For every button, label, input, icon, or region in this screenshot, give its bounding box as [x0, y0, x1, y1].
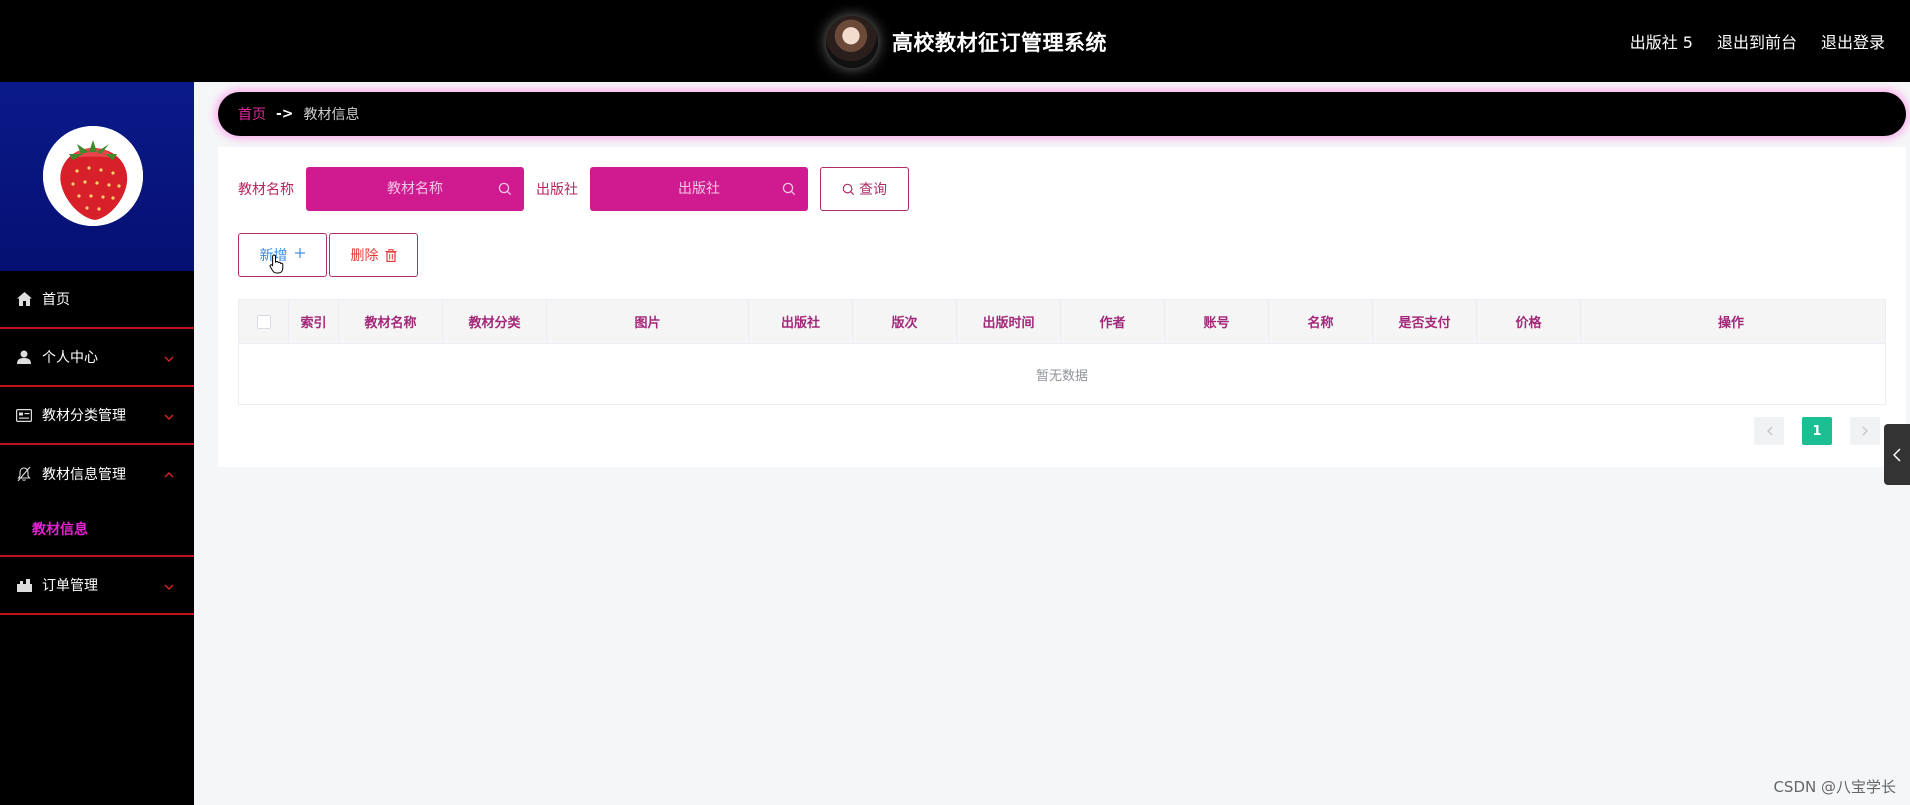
header-links: 出版社 5 退出到前台 退出登录: [1630, 29, 1885, 53]
chevron-down-icon: [164, 408, 174, 424]
column-header: 是否支付: [1373, 300, 1477, 343]
hand-cursor-icon: [269, 254, 285, 278]
search-icon: [842, 183, 855, 195]
chevron-down-icon: [164, 578, 174, 594]
watermark: CSDN @八宝学长: [1773, 778, 1896, 796]
search-row: 教材名称 出版社 查询: [238, 167, 909, 211]
search-name-input[interactable]: [335, 181, 495, 197]
breadcrumb: 首页 -> 教材信息: [218, 92, 1906, 136]
query-button[interactable]: 查询: [820, 167, 909, 211]
column-header: 教材名称: [339, 300, 443, 343]
app-title: 高校教材征订管理系统: [892, 31, 1107, 55]
search-name-label: 教材名称: [238, 182, 294, 198]
search-name-field: [306, 167, 524, 211]
data-table: 索引 教材名称 教材分类 图片 出版社 版次 出版时间 作者 账号 名称 是否支…: [238, 299, 1886, 405]
home-icon: [16, 291, 32, 307]
submenu-textbook-info: 教材信息: [0, 503, 194, 557]
table-header: 索引 教材名称 教材分类 图片 出版社 版次 出版时间 作者 账号 名称 是否支…: [239, 300, 1885, 344]
chevron-left-icon: [1893, 447, 1901, 462]
select-all-cell: [239, 300, 289, 343]
sidebar-item-label: 订单管理: [42, 578, 98, 594]
search-icon: [498, 181, 512, 200]
column-header: 版次: [853, 300, 957, 343]
column-header: 价格: [1477, 300, 1581, 343]
category-icon: [16, 407, 32, 423]
delete-button-label: 删除: [350, 248, 379, 264]
content-panel: 教材名称 出版社 查询 新增: [218, 147, 1906, 467]
add-button[interactable]: 新增: [238, 233, 327, 277]
trash-icon: [385, 248, 396, 262]
search-icon: [782, 181, 796, 200]
sidebar-item-label: 首页: [42, 292, 70, 308]
breadcrumb-separator: ->: [276, 106, 294, 122]
page-number-button[interactable]: 1: [1802, 417, 1832, 445]
chevron-down-icon: [164, 350, 174, 366]
column-header: 出版社: [749, 300, 853, 343]
breadcrumb-current: 教材信息: [303, 107, 360, 123]
sidebar-item-label: 教材分类管理: [42, 408, 126, 424]
plus-icon: [294, 247, 306, 263]
sidebar-item-orders[interactable]: 订单管理: [0, 557, 194, 615]
empty-state: 暂无数据: [1035, 368, 1088, 384]
order-icon: [16, 577, 32, 593]
column-header: 出版时间: [957, 300, 1061, 343]
column-header: 教材分类: [443, 300, 547, 343]
user-icon: [16, 349, 32, 365]
header-link-logout[interactable]: 退出登录: [1821, 29, 1885, 53]
strawberry-icon: [43, 126, 143, 226]
sidebar-item-category[interactable]: 教材分类管理: [0, 387, 194, 445]
query-button-label: 查询: [859, 182, 887, 198]
avatar: [43, 126, 143, 226]
search-publisher-field: [590, 167, 808, 211]
sidebar-item-label: 教材信息管理: [42, 467, 126, 483]
sidebar: 首页 个人中心 教材分类管理 教材信息管理 教材信息 订单管理: [0, 82, 194, 805]
profile-panel: [0, 82, 194, 271]
top-header: 高校教材征订管理系统 出版社 5 退出到前台 退出登录: [0, 0, 1910, 82]
brand-avatar: [826, 16, 878, 68]
sidebar-item-textbook-info[interactable]: 教材信息管理: [0, 445, 194, 503]
column-header: 作者: [1061, 300, 1165, 343]
bell-off-icon: [16, 466, 32, 482]
column-header: 账号: [1165, 300, 1269, 343]
brand: 高校教材征订管理系统: [826, 15, 1107, 69]
chevron-up-icon: [164, 466, 174, 482]
action-row: 新增 删除: [238, 233, 418, 277]
search-publisher-label: 出版社: [536, 182, 578, 198]
column-header: 图片: [547, 300, 749, 343]
pagination: 1: [1754, 417, 1880, 445]
select-all-checkbox[interactable]: [256, 314, 271, 329]
column-header: 名称: [1269, 300, 1373, 343]
sidebar-item-label: 个人中心: [42, 350, 98, 366]
chevron-right-icon: [1862, 426, 1868, 436]
side-panel-toggle[interactable]: [1884, 424, 1910, 485]
header-link-frontend[interactable]: 退出到前台: [1717, 29, 1797, 53]
next-page-button[interactable]: [1850, 417, 1880, 445]
search-publisher-input[interactable]: [619, 181, 779, 197]
sidebar-item-home[interactable]: 首页: [0, 271, 194, 329]
sidebar-subitem-textbook-info[interactable]: 教材信息: [32, 519, 88, 539]
breadcrumb-home[interactable]: 首页: [238, 104, 266, 124]
sidebar-item-profile[interactable]: 个人中心: [0, 329, 194, 387]
header-link-user[interactable]: 出版社 5: [1630, 29, 1693, 53]
column-header: 操作: [1717, 316, 1744, 331]
chevron-left-icon: [1766, 426, 1772, 436]
column-header: 索引: [289, 300, 339, 343]
prev-page-button[interactable]: [1754, 417, 1784, 445]
delete-button[interactable]: 删除: [329, 233, 418, 277]
